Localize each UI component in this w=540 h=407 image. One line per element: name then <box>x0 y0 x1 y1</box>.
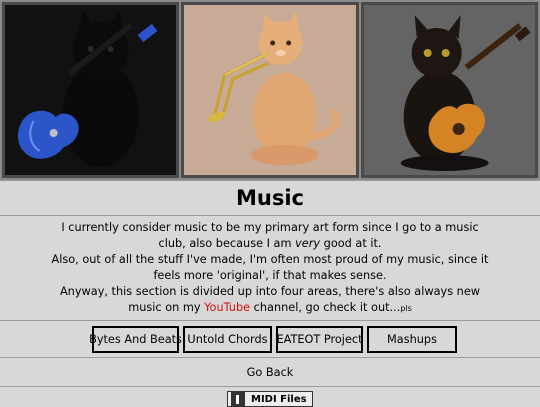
intro-p1-emphasis: very <box>295 237 321 250</box>
intro-p1-end: good at it. <box>320 237 382 250</box>
page-title: Music <box>0 180 540 216</box>
mashups-button[interactable]: Mashups <box>367 326 457 353</box>
intro-p3-small: pls <box>400 304 412 313</box>
untold-chords-button[interactable]: Untold Chords <box>183 326 272 353</box>
intro-p3-end: channel, go check it out... <box>250 301 401 314</box>
bytes-and-beats-button[interactable]: Bytes And Beats <box>89 326 182 353</box>
divider <box>0 357 540 358</box>
midi-files-label: MIDI Files <box>251 393 307 405</box>
banner <box>0 0 540 180</box>
music-nav: Bytes And Beats Untold Chords EATEOT Pro… <box>89 326 457 353</box>
intro-text: I currently consider music to be my prim… <box>48 220 492 317</box>
black-cat-guitar-image <box>2 2 180 178</box>
black-cat-with-acoustic-guitar-icon <box>400 15 531 171</box>
black-cat-acoustic-guitar-image <box>360 2 538 178</box>
midi-file-icon <box>231 392 245 406</box>
youtube-link[interactable]: YouTube <box>204 301 250 314</box>
intro-p1-text: I currently consider music to be my prim… <box>61 221 479 250</box>
orange-cat-with-trombone-icon <box>208 11 340 165</box>
intro-paragraph-2: Also, out of all the stuff I've made, I'… <box>51 253 489 282</box>
divider <box>0 386 540 387</box>
intro-paragraph-1: I currently consider music to be my prim… <box>48 220 492 252</box>
eateot-project-button[interactable]: EATEOT Project <box>276 326 363 353</box>
divider <box>0 320 540 321</box>
orange-cat-trombone-image <box>181 2 359 178</box>
go-back-link[interactable]: Go Back <box>0 361 540 385</box>
black-cat-with-blue-electric-guitar-icon <box>17 11 158 167</box>
intro-paragraph-3: Anyway, this section is divided up into … <box>48 284 492 317</box>
